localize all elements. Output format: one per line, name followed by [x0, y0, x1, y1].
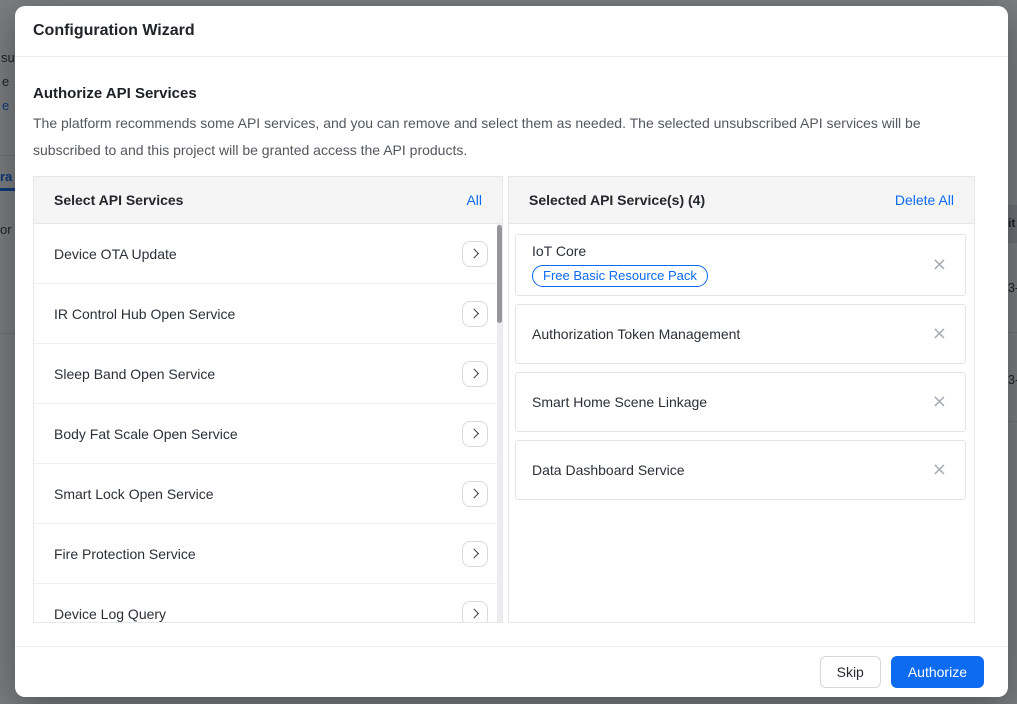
selected-service-info: Data Dashboard Service — [532, 462, 685, 478]
service-row: Body Fat Scale Open Service — [34, 404, 502, 464]
selected-service-info: IoT Core Free Basic Resource Pack — [532, 243, 708, 287]
service-row: Fire Protection Service — [34, 524, 502, 584]
service-name: Data Dashboard Service — [532, 462, 685, 478]
service-row: Device Log Query — [34, 584, 502, 622]
authorize-button[interactable]: Authorize — [891, 656, 984, 688]
chevron-right-icon — [469, 369, 479, 379]
dialog-title: Configuration Wizard — [15, 6, 1008, 57]
resource-pack-badge: Free Basic Resource Pack — [532, 265, 708, 287]
service-name: IR Control Hub Open Service — [54, 306, 235, 322]
selected-panel-title: Selected API Service(s) (4) — [529, 192, 705, 208]
service-row: Sleep Band Open Service — [34, 344, 502, 404]
section-description: The platform recommends some API service… — [33, 110, 975, 164]
service-name: Sleep Band Open Service — [54, 366, 215, 382]
selected-service-card: IoT Core Free Basic Resource Pack × — [515, 234, 966, 296]
add-service-button[interactable] — [462, 241, 488, 267]
remove-service-button[interactable]: × — [930, 256, 949, 274]
dialog-body: Authorize API Services The platform reco… — [15, 57, 1008, 623]
select-api-services-panel: Select API Services All Device OTA Updat… — [33, 176, 503, 623]
select-panel-header: Select API Services All — [34, 177, 502, 224]
service-name: Smart Lock Open Service — [54, 486, 214, 502]
add-service-button[interactable] — [462, 301, 488, 327]
dialog-footer: Skip Authorize — [15, 646, 1008, 697]
selected-api-services-panel: Selected API Service(s) (4) Delete All I… — [508, 176, 975, 623]
service-name: Device OTA Update — [54, 246, 177, 262]
chevron-right-icon — [469, 429, 479, 439]
service-row: Device OTA Update — [34, 224, 502, 284]
add-service-button[interactable] — [462, 601, 488, 623]
selected-service-card: Data Dashboard Service × — [515, 440, 966, 500]
scrollbar-thumb[interactable] — [497, 225, 502, 323]
service-name: Smart Home Scene Linkage — [532, 394, 707, 410]
delete-all-link[interactable]: Delete All — [895, 192, 954, 208]
selected-service-card: Authorization Token Management × — [515, 304, 966, 364]
selected-panel-header: Selected API Service(s) (4) Delete All — [509, 177, 974, 224]
select-panel-title: Select API Services — [54, 192, 183, 208]
service-name: Device Log Query — [54, 606, 166, 622]
selectable-service-list: Device OTA Update IR Control Hub Open Se… — [34, 224, 502, 622]
selected-service-card: Smart Home Scene Linkage × — [515, 372, 966, 432]
chevron-right-icon — [469, 309, 479, 319]
chevron-right-icon — [469, 489, 479, 499]
selected-service-list: IoT Core Free Basic Resource Pack × Auth… — [509, 224, 974, 622]
add-service-button[interactable] — [462, 421, 488, 447]
chevron-right-icon — [469, 549, 479, 559]
service-name: Body Fat Scale Open Service — [54, 426, 238, 442]
remove-service-button[interactable]: × — [930, 325, 949, 343]
service-row: Smart Lock Open Service — [34, 464, 502, 524]
add-service-button[interactable] — [462, 481, 488, 507]
selected-service-info: Smart Home Scene Linkage — [532, 394, 707, 410]
api-transfer-panels: Select API Services All Device OTA Updat… — [33, 176, 975, 623]
configuration-wizard-dialog: Configuration Wizard Authorize API Servi… — [15, 6, 1008, 697]
selected-service-info: Authorization Token Management — [532, 326, 740, 342]
service-name: IoT Core — [532, 243, 708, 259]
remove-service-button[interactable]: × — [930, 461, 949, 479]
select-all-link[interactable]: All — [466, 192, 482, 208]
service-name: Fire Protection Service — [54, 546, 196, 562]
add-service-button[interactable] — [462, 361, 488, 387]
chevron-right-icon — [469, 249, 479, 259]
skip-button[interactable]: Skip — [820, 656, 881, 688]
add-service-button[interactable] — [462, 541, 488, 567]
service-row: IR Control Hub Open Service — [34, 284, 502, 344]
remove-service-button[interactable]: × — [930, 393, 949, 411]
section-title: Authorize API Services — [33, 85, 975, 102]
chevron-right-icon — [469, 609, 479, 619]
service-name: Authorization Token Management — [532, 326, 740, 342]
